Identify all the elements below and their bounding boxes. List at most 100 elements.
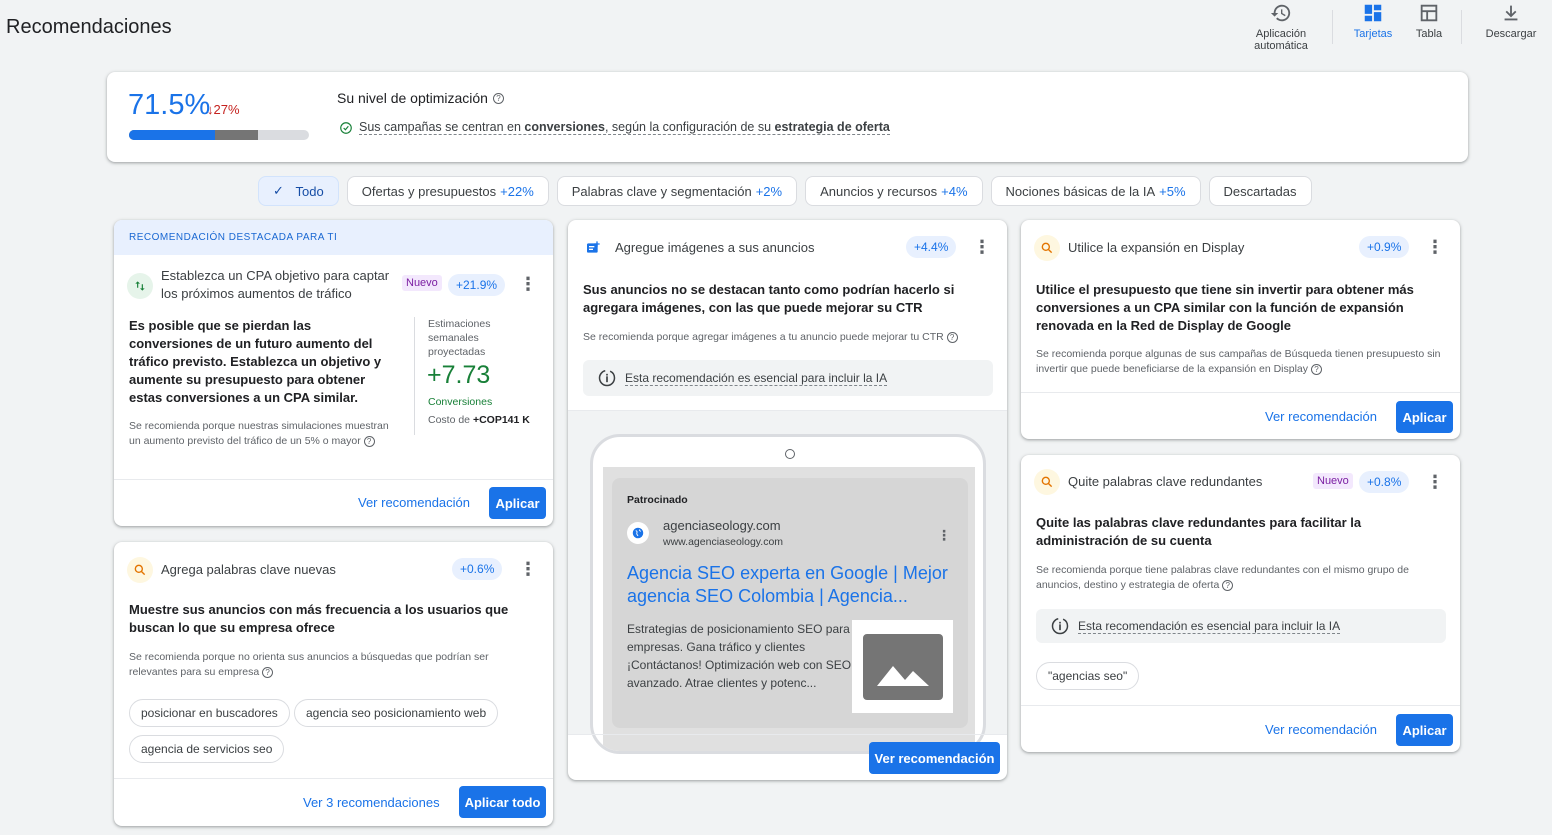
top-bar: Recomendaciones Aplicación automática Ta… <box>0 0 1552 62</box>
sponsored-label: Patrocinado <box>627 494 688 506</box>
apply-button[interactable]: Aplicar <box>1396 401 1453 433</box>
more-vert-icon[interactable]: ⋮ <box>972 237 992 257</box>
keyword-chip: "agencias seo" <box>1036 662 1140 690</box>
cards-view-button[interactable]: Tarjetas <box>1348 2 1398 40</box>
filter-chip-descartadas[interactable]: Descartadas <box>1208 176 1312 206</box>
ad-site-name: agenciaseology.com <box>663 518 781 533</box>
impact-badge: +21.9% <box>448 274 506 296</box>
add-keywords-card: Agrega palabras clave nuevas +0.6% ⋮ Mue… <box>114 542 553 826</box>
filter-chip-ofertas[interactable]: Ofertas y presupuestos +22% <box>346 176 549 206</box>
ad-description: Estrategias de posicionamiento SEO para … <box>627 622 852 690</box>
help-icon[interactable]: ? <box>363 435 375 447</box>
card-body: Es posible que se pierdan las conversion… <box>129 318 382 405</box>
card-footer <box>1021 392 1460 393</box>
download-icon <box>1504 5 1518 21</box>
toolbar-divider <box>1461 10 1462 44</box>
impact-badge: +0.8% <box>1359 471 1410 493</box>
table-view-label: Tabla <box>1415 28 1443 40</box>
history-icon <box>1270 4 1291 22</box>
keyword-chip: agencia de servicios seo <box>129 735 285 763</box>
card-footer <box>114 778 553 779</box>
more-vert-icon[interactable]: ⋮ <box>1425 237 1445 257</box>
cost-estimate: Costo de +COP141 K <box>428 414 530 426</box>
apply-button[interactable]: Aplicar <box>1396 714 1453 746</box>
featured-banner: RECOMENDACIÓN DESTACADA PARA TI <box>114 220 553 255</box>
ad-preview-area: Patrocinado agenciaseology.com www.agenc… <box>568 410 1007 754</box>
optimization-title: Su nivel de optimización ? <box>337 90 504 106</box>
impact-badge: +4.4% <box>906 236 957 258</box>
card-reason: Se recomienda porque no orienta sus anun… <box>129 651 489 678</box>
phone-frame: Patrocinado agenciaseology.com www.agenc… <box>590 434 986 754</box>
optimization-subtitle: Sus campañas se centran en conversiones,… <box>339 120 890 135</box>
card-title: Utilice la expansión en Display <box>1068 240 1245 255</box>
info-spark-icon <box>1051 617 1069 635</box>
card-body: Sus anuncios no se destacan tanto como p… <box>583 282 955 315</box>
card-reason: Se recomienda porque algunas de sus camp… <box>1036 348 1441 375</box>
new-badge: Nuevo <box>1313 473 1353 489</box>
card-footer <box>568 734 1007 735</box>
download-label: Descargar <box>1485 28 1537 40</box>
help-icon[interactable]: ? <box>1310 363 1322 375</box>
search-icon <box>1034 235 1060 261</box>
category-filters: ✓ Todo Ofertas y presupuestos +22% Palabr… <box>258 176 1312 206</box>
table-view-button[interactable]: Tabla <box>1408 2 1450 40</box>
featured-recommendation-card: RECOMENDACIÓN DESTACADA PARA TI Establez… <box>114 220 553 526</box>
view-recommendation-button[interactable]: Ver recomendación <box>1265 409 1377 424</box>
redundant-keywords-card: Quite palabras clave redundantes Nuevo +… <box>1021 455 1460 752</box>
phone-camera <box>785 449 795 459</box>
new-badge: Nuevo <box>402 275 442 291</box>
cards-view-label: Tarjetas <box>1353 28 1393 40</box>
help-icon[interactable]: ? <box>946 331 958 343</box>
card-reason: Se recomienda porque tiene palabras clav… <box>1036 564 1409 591</box>
add-images-card: Agregue imágenes a sus anuncios +4.4% ⋮ … <box>568 220 1007 780</box>
auto-apply-button[interactable]: Aplicación automática <box>1250 2 1312 52</box>
card-footer <box>114 479 553 480</box>
dashboard-icon <box>1364 4 1382 22</box>
ad-url: www.agenciaseology.com <box>663 536 784 548</box>
ad-headline: Agencia SEO experta en Google | Mejor ag… <box>627 563 948 606</box>
card-body: Muestre sus anuncios con más frecuencia … <box>129 602 509 635</box>
progress-fill-primary <box>129 130 216 140</box>
estimate-value: +7.73 <box>427 361 491 389</box>
auto-apply-label-2: automática <box>1254 40 1308 52</box>
filter-chip-ia[interactable]: Nociones básicas de la IA +5% <box>990 176 1201 206</box>
more-vert-icon: ⋮ <box>937 526 951 543</box>
keyword-chip: agencia seo posicionamiento web <box>294 699 499 727</box>
download-button[interactable]: Descargar <box>1480 2 1542 40</box>
impact-badge: +0.6% <box>452 558 503 580</box>
optimization-progress-bar <box>129 130 309 140</box>
swap-vert-icon <box>127 273 153 299</box>
apply-all-button[interactable]: Aplicar todo <box>459 786 546 818</box>
estimate-label: Estimaciones semanales proyectadas <box>428 318 491 358</box>
optimization-score-card: 71.5% ↓27% Su nivel de optimización ? Su… <box>107 72 1468 162</box>
search-icon <box>1034 469 1060 495</box>
display-expansion-card: Utilice la expansión en Display +0.9% ⋮ … <box>1021 220 1460 439</box>
card-title: Agregue imágenes a sus anuncios <box>615 240 815 255</box>
filter-chip-todo[interactable]: ✓ Todo <box>258 176 339 206</box>
view-recommendation-button[interactable]: Ver recomendación <box>1265 722 1377 737</box>
more-vert-icon[interactable]: ⋮ <box>518 559 538 579</box>
score-delta: ↓27% <box>207 102 240 117</box>
info-spark-icon <box>598 369 616 387</box>
filter-chip-anuncios[interactable]: Anuncios y recursos +4% <box>805 176 983 206</box>
card-reason: Se recomienda porque nuestras simulacion… <box>129 420 389 447</box>
help-icon[interactable]: ? <box>262 666 274 678</box>
help-icon[interactable]: ? <box>1222 579 1234 591</box>
check-circle-icon <box>340 121 352 134</box>
help-icon[interactable]: ? <box>492 92 504 104</box>
filter-chip-palabras-clave[interactable]: Palabras clave y segmentación +2% <box>556 176 798 206</box>
apply-button[interactable]: Aplicar <box>489 487 546 519</box>
phone-screen: Patrocinado agenciaseology.com www.agenc… <box>603 467 975 751</box>
view-recommendations-button[interactable]: Ver 3 recomendaciones <box>303 795 440 810</box>
page-title: Recomendaciones <box>6 16 172 38</box>
table-icon <box>1420 4 1438 22</box>
strategy-link[interactable]: Sus campañas se centran en conversiones,… <box>359 120 890 135</box>
view-recommendation-button[interactable]: Ver recomendación <box>358 495 470 510</box>
card-reason: Se recomienda porque agregar imágenes a … <box>583 330 998 345</box>
more-vert-icon[interactable]: ⋮ <box>518 274 538 294</box>
view-recommendation-button[interactable]: Ver recomendación <box>869 742 1000 774</box>
divider <box>414 317 415 435</box>
search-icon <box>127 557 153 583</box>
more-vert-icon[interactable]: ⋮ <box>1425 472 1445 492</box>
keyword-chip: posicionar en buscadores <box>129 699 290 727</box>
